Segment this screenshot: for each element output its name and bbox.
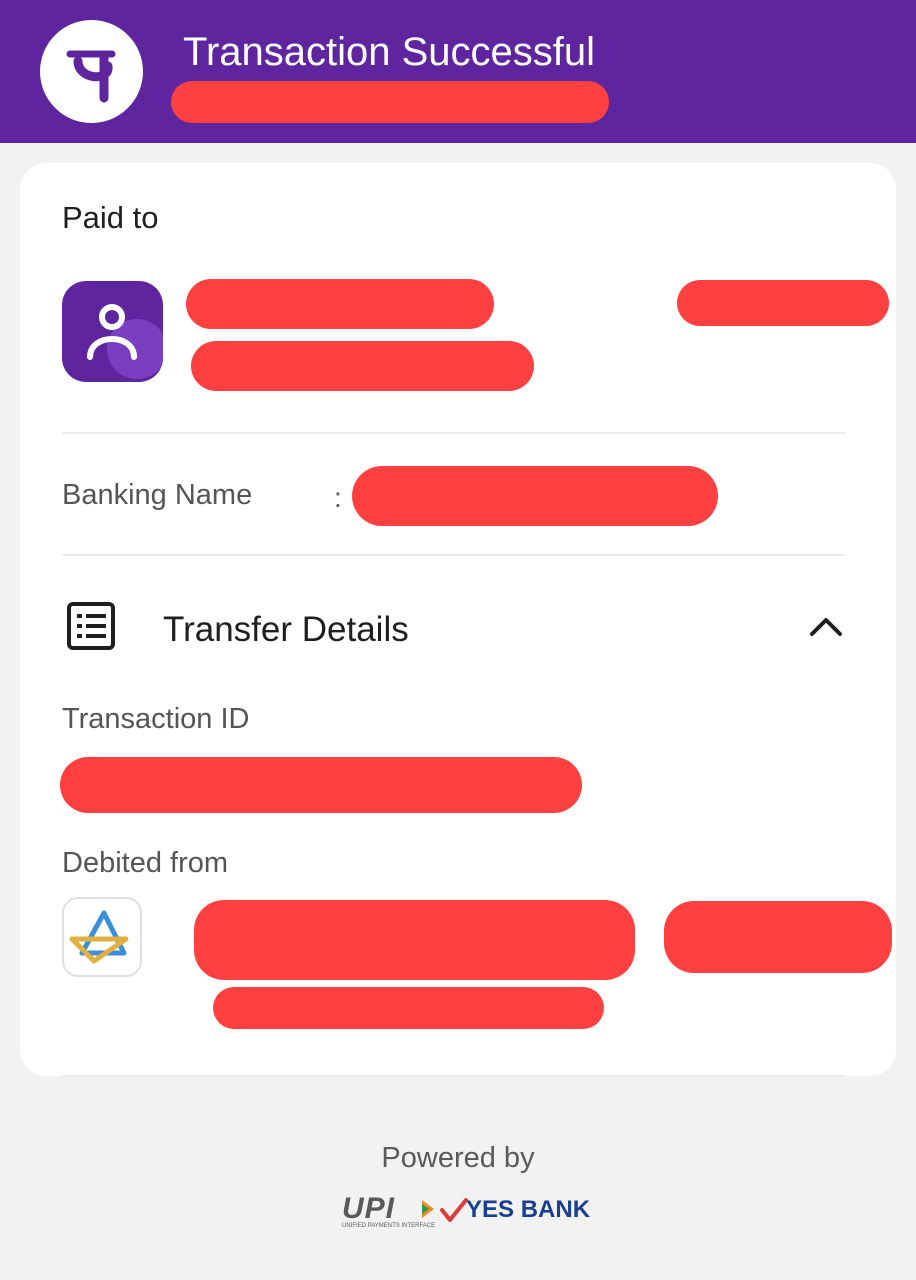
- redacted-utr: [213, 987, 604, 1029]
- user-avatar-icon: [62, 281, 163, 382]
- redacted-amount: [664, 901, 892, 973]
- upi-arrow-icon: [422, 1200, 434, 1218]
- banking-name-label: Banking Name: [62, 479, 253, 511]
- transaction-id-label: Transaction ID: [62, 703, 250, 735]
- divider: [62, 554, 846, 556]
- transfer-details-title[interactable]: Transfer Details: [163, 610, 409, 650]
- chevron-up-icon[interactable]: [806, 610, 846, 640]
- debited-from-label: Debited from: [62, 847, 229, 879]
- paid-to-label: Paid to: [62, 200, 159, 235]
- divider: [62, 432, 846, 434]
- redacted-transaction-id: [60, 757, 582, 813]
- receipt-list-icon: [66, 601, 116, 651]
- yes-bank-check-icon: [440, 1198, 468, 1222]
- phonepe-logo-icon: [40, 20, 143, 123]
- upi-subtext: UNIFIED PAYMENTS INTERFACE: [342, 1223, 436, 1229]
- banking-name-separator: :: [334, 482, 342, 513]
- redacted-recipient-name: [186, 279, 494, 329]
- powered-by-label: Powered by: [381, 1142, 535, 1174]
- upi-logo: UPI: [342, 1192, 396, 1225]
- redacted-recipient-number: [677, 280, 889, 326]
- redacted-bank-account: [194, 900, 635, 980]
- divider: [62, 1075, 846, 1077]
- redacted-subtitle: [171, 81, 609, 123]
- footer-logos: UPI UNIFIED PAYMENTS INTERFACE YES BANK: [340, 1192, 590, 1232]
- yes-bank-logo-icon: [62, 897, 142, 977]
- page-title: Transaction Successful: [183, 30, 596, 74]
- redacted-recipient-upi: [191, 341, 534, 391]
- yes-bank-name: YES BANK: [466, 1196, 591, 1223]
- redacted-banking-name: [352, 466, 718, 526]
